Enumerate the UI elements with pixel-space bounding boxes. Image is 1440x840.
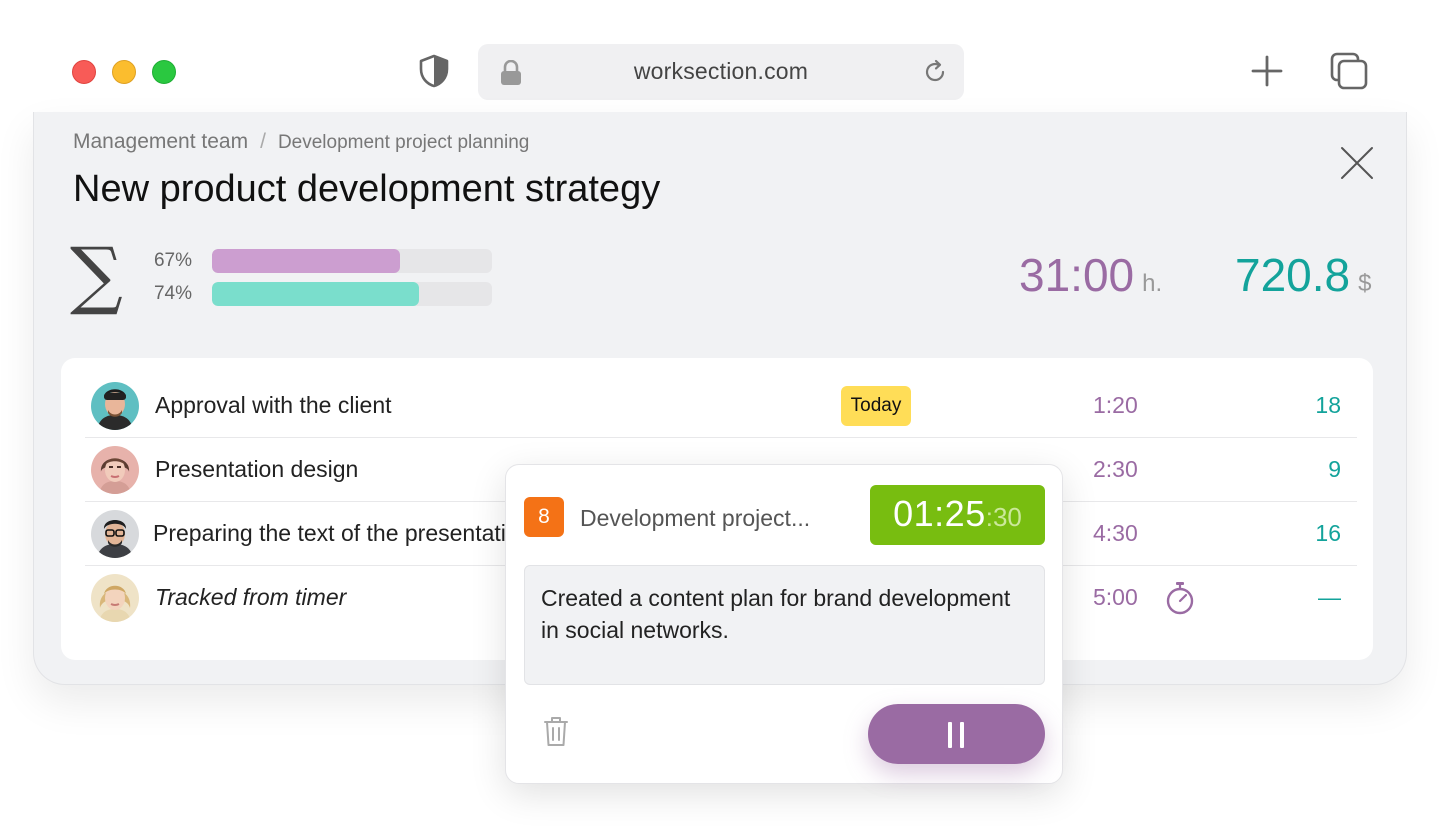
progress-row-purple: 67%: [144, 249, 492, 273]
plus-icon[interactable]: [1250, 54, 1284, 88]
close-icon[interactable]: [1340, 146, 1374, 180]
shield-icon[interactable]: [418, 54, 450, 88]
progress-bar: [212, 249, 492, 273]
due-date-badge: Today: [841, 386, 911, 426]
progress-fill: [212, 282, 420, 306]
total-hours-unit: h.: [1142, 270, 1163, 297]
task-time: 4:30: [1093, 520, 1138, 546]
screen: worksection.com Management team / Develo…: [0, 0, 1440, 840]
breadcrumb-current[interactable]: Development project planning: [278, 132, 529, 154]
progress-label: 67%: [153, 250, 192, 271]
window-controls: [72, 60, 176, 84]
task-count: —: [1318, 584, 1341, 610]
total-money-unit: $: [1358, 270, 1372, 297]
task-row[interactable]: Approval with the client Today 1:20 18: [85, 374, 1357, 438]
task-name[interactable]: Preparing the text of the presentation: [153, 520, 531, 547]
url-text: worksection.com: [633, 58, 809, 84]
breadcrumb-separator: /: [260, 130, 266, 153]
avatar: [91, 382, 139, 430]
pause-button[interactable]: [868, 704, 1045, 764]
progress-fill: [212, 249, 400, 273]
timer-clock-seconds: :30: [985, 502, 1022, 532]
pause-icon: [946, 722, 966, 748]
task-time: 1:20: [1093, 392, 1138, 418]
task-count: 16: [1315, 520, 1341, 546]
breadcrumb: Management team / Development project pl…: [73, 130, 529, 154]
avatar: [91, 510, 139, 558]
timer-project-name[interactable]: Development project...: [580, 505, 810, 532]
trash-icon[interactable]: [544, 715, 568, 747]
minimize-window-button[interactable]: [112, 60, 136, 84]
reload-icon[interactable]: [922, 59, 948, 85]
avatar: [91, 574, 139, 622]
breadcrumb-parent[interactable]: Management team: [73, 130, 248, 154]
total-money-value: 720.8: [1235, 249, 1351, 301]
timer-popup: 8 Development project... 01:25:30 Create…: [505, 464, 1063, 784]
task-time: 5:00: [1093, 584, 1138, 610]
progress-row-teal: 74%: [144, 282, 492, 306]
timer-clock-main: 01:25: [893, 493, 986, 534]
task-time: 2:30: [1093, 456, 1138, 482]
project-number-badge: 8: [524, 497, 564, 537]
tabs-icon[interactable]: [1330, 52, 1368, 90]
task-count: 9: [1328, 456, 1341, 482]
timer-clock: 01:25:30: [870, 485, 1045, 545]
task-name[interactable]: Presentation design: [155, 456, 358, 483]
zoom-window-button[interactable]: [152, 60, 176, 84]
task-name[interactable]: Approval with the client: [155, 392, 392, 419]
page-title: New product development strategy: [73, 168, 661, 210]
progress-label: 74%: [153, 283, 192, 304]
avatar: [91, 446, 139, 494]
progress-bar: [212, 282, 492, 306]
task-name[interactable]: Tracked from timer: [155, 584, 346, 611]
total-hours-value: 31:00: [1019, 249, 1135, 301]
task-count: 18: [1315, 392, 1341, 418]
timer-note-field[interactable]: Created a content plan for brand develop…: [524, 565, 1045, 685]
total-hours: 31:00 h.: [1019, 248, 1162, 302]
address-bar[interactable]: worksection.com: [478, 44, 964, 100]
sum-symbol: ∑: [70, 232, 123, 318]
close-window-button[interactable]: [72, 60, 96, 84]
stopwatch-icon[interactable]: [1165, 581, 1195, 615]
total-money: 720.8 $: [1235, 248, 1371, 302]
